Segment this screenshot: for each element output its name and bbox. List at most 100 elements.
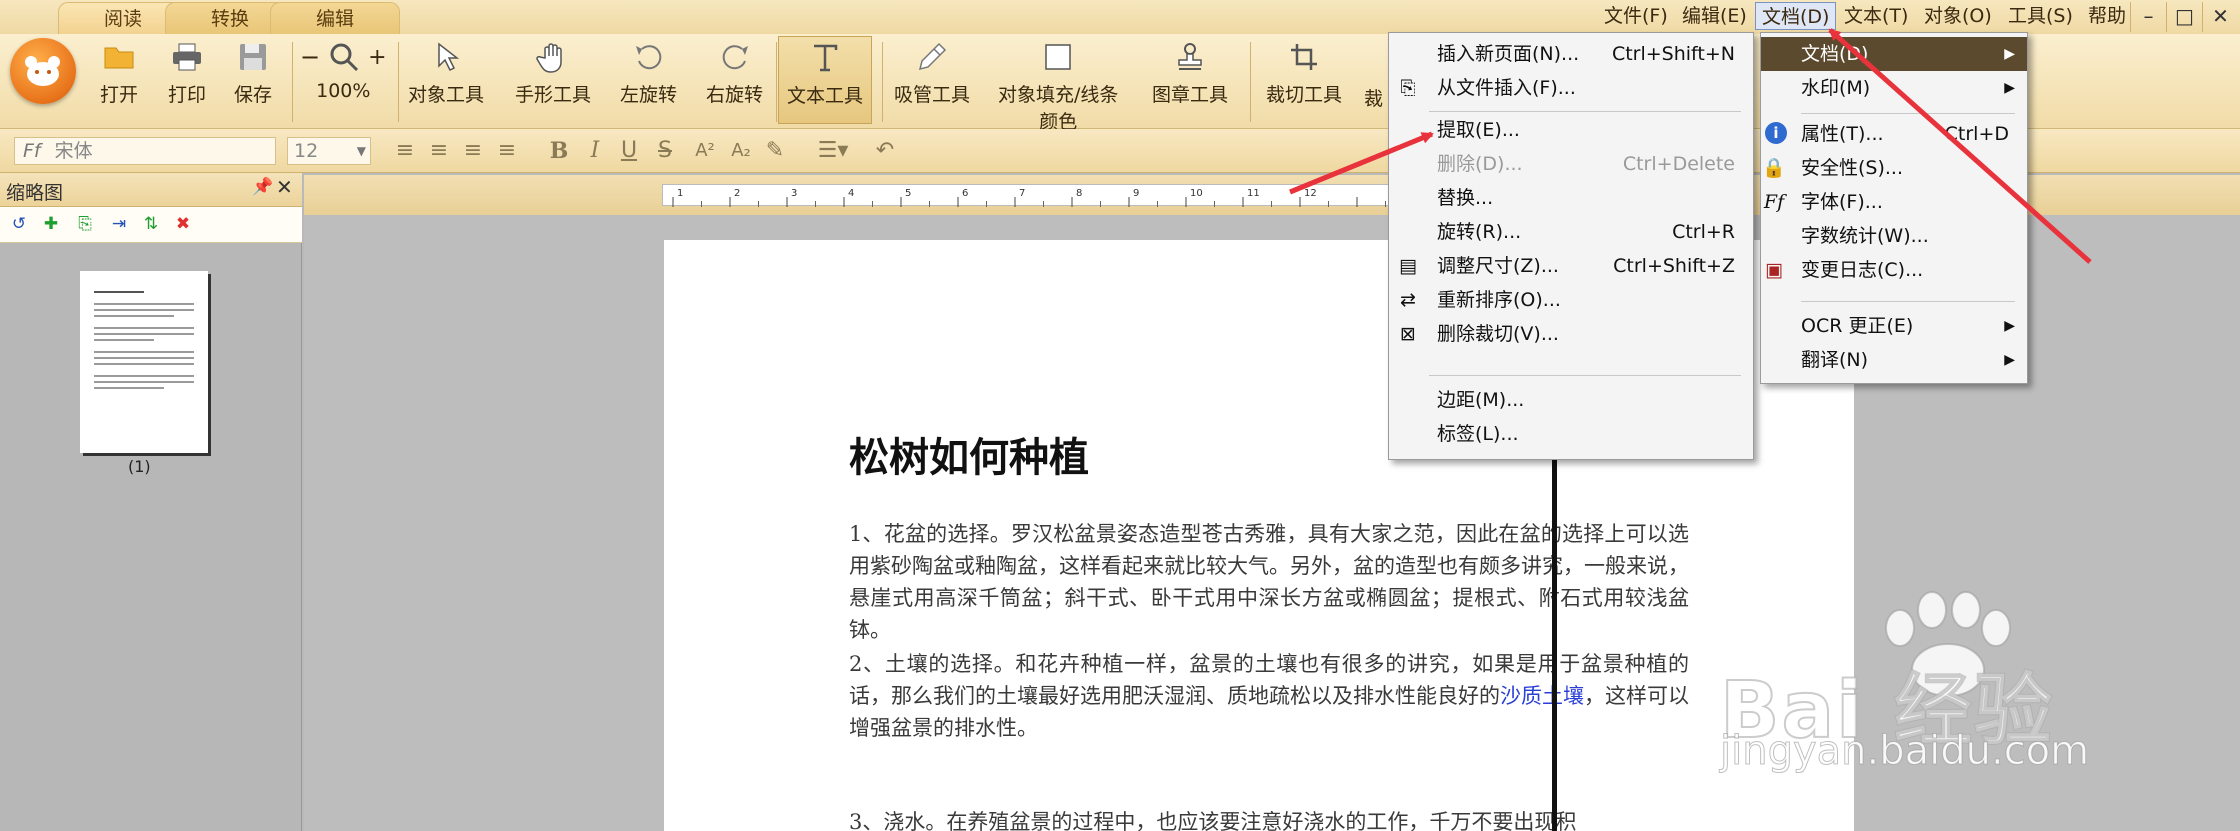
ruler-number: 5 xyxy=(905,188,911,199)
zoom-control[interactable]: − + 100% xyxy=(300,40,387,102)
menu-item-watermark[interactable]: 水印(M) ▶ xyxy=(1761,71,2027,105)
square-outline-icon xyxy=(1045,44,1071,70)
menu-item-rotate[interactable]: 旋转(R)... Ctrl+R xyxy=(1389,215,1753,249)
insert-file-icon: ⎘ xyxy=(1400,77,1416,99)
close-button[interactable]: ✕ xyxy=(2202,2,2238,32)
menu-item-margins[interactable]: 边距(M)... xyxy=(1389,383,1753,417)
crop-tool-button[interactable]: 裁切工具 xyxy=(1266,40,1342,107)
menu-help[interactable]: 帮助 xyxy=(2082,2,2132,30)
undo-icon[interactable]: ↶ xyxy=(872,138,898,164)
menu-item-extract[interactable]: 提取(E)... xyxy=(1389,113,1753,147)
align-justify-icon[interactable]: ≡ xyxy=(494,138,520,164)
align-left-icon[interactable]: ≡ xyxy=(392,138,418,164)
remove-crop-icon: ⊠ xyxy=(1400,323,1416,345)
menu-item-security[interactable]: 🔒 安全性(S)... xyxy=(1761,151,2027,185)
title-bar: 阅读 转换 编辑 文件(F) 编辑(E) 文档(D) 文本(T) 对象(O) 工… xyxy=(0,0,2240,34)
menu-document[interactable]: 文档(D) xyxy=(1755,2,1837,30)
rotate-right-button[interactable]: 右旋转 xyxy=(706,40,763,107)
menu-edit[interactable]: 编辑(E) xyxy=(1676,2,1753,30)
ruler-number: 8 xyxy=(1076,188,1082,199)
crop-icon xyxy=(1291,44,1317,70)
ruler-number: 12 xyxy=(1304,188,1317,199)
menu-tools[interactable]: 工具(S) xyxy=(2002,2,2079,30)
toolbar-separator xyxy=(1250,42,1251,122)
cursor-arrow-icon xyxy=(438,42,460,72)
replace-page-icon[interactable]: ⇅ xyxy=(140,213,162,235)
maximize-button[interactable]: □ xyxy=(2166,2,2202,32)
menu-item-ocr[interactable]: OCR 更正(E) ▶ xyxy=(1761,309,2027,343)
align-center-icon[interactable]: ≡ xyxy=(426,138,452,164)
document-menu: 文档(D) ▶ 水印(M) ▶ i 属性(T)... Ctrl+D 🔒 安全性(S).… xyxy=(1760,32,2028,384)
menu-item-word-count[interactable]: 字数统计(W)... xyxy=(1761,219,2027,253)
superscript-button[interactable]: A² xyxy=(692,138,718,164)
rotate-left-icon xyxy=(635,45,661,70)
highlighter-icon[interactable]: ✎ xyxy=(762,138,788,164)
ruler-number: 4 xyxy=(848,188,854,199)
hand-tool-button[interactable]: 手形工具 xyxy=(515,40,591,107)
document-title: 松树如何种植 xyxy=(849,434,1089,481)
chevron-right-icon: ▶ xyxy=(2004,46,2015,62)
open-button[interactable]: 打开 xyxy=(100,40,138,107)
rotate-left-button[interactable]: 左旋转 xyxy=(620,40,677,107)
eyedropper-icon xyxy=(918,42,947,71)
insert-page-icon[interactable]: ⎘ xyxy=(74,213,96,235)
soil-link[interactable]: 沙质土壤 xyxy=(1500,684,1584,708)
tab-edit[interactable]: 编辑 xyxy=(270,2,400,34)
rotate-page-icon[interactable]: ↺ xyxy=(8,213,30,235)
bold-button[interactable]: B xyxy=(546,138,572,164)
menu-item-translate[interactable]: 翻译(N) ▶ xyxy=(1761,343,2027,377)
menu-item-insert-new-page[interactable]: 插入新页面(N)... Ctrl+Shift+N xyxy=(1389,37,1753,71)
app-logo-icon[interactable] xyxy=(10,38,76,104)
zoom-level[interactable]: 100% xyxy=(300,80,387,102)
fill-stroke-color-button[interactable]: 对象填充/线条 颜色 xyxy=(998,40,1118,134)
underline-button[interactable]: U xyxy=(616,138,642,164)
menu-file[interactable]: 文件(F) xyxy=(1598,2,1674,30)
zoom-out-button[interactable]: − xyxy=(300,43,320,71)
text-t-icon xyxy=(814,44,838,72)
zoom-in-button[interactable]: + xyxy=(368,45,386,70)
menu-item-reorder[interactable]: ⇄ 重新排序(O)... xyxy=(1389,283,1753,317)
menu-item-document[interactable]: 文档(D) ▶ xyxy=(1761,37,2027,71)
menu-item-labels[interactable]: 标签(L)... xyxy=(1389,417,1753,451)
menu-item-change-log[interactable]: ▣ 变更日志(C)... xyxy=(1761,253,2027,287)
print-button[interactable]: 打印 xyxy=(168,40,206,107)
subscript-button[interactable]: A₂ xyxy=(728,138,754,164)
page-submenu: 插入新页面(N)... Ctrl+Shift+N ⎘ 从文件插入(F)... 提取… xyxy=(1388,32,1754,460)
add-page-icon[interactable]: ✚ xyxy=(40,213,62,235)
italic-button[interactable]: I xyxy=(582,138,608,164)
line-spacing-icon[interactable]: ☰▾ xyxy=(810,138,856,164)
eyedropper-tool-button[interactable]: 吸管工具 xyxy=(894,40,970,107)
stamp-tool-button[interactable]: 图章工具 xyxy=(1152,40,1228,107)
menu-item-delete[interactable]: 删除(D)... Ctrl+Delete xyxy=(1389,147,1753,181)
minimize-button[interactable]: – xyxy=(2130,2,2166,32)
menu-separator xyxy=(1801,301,2015,302)
menu-text[interactable]: 文本(T) xyxy=(1838,2,1914,30)
menu-item-replace[interactable]: 替换... xyxy=(1389,181,1753,215)
menu-item-insert-from-file[interactable]: ⎘ 从文件插入(F)... xyxy=(1389,71,1753,105)
baidu-watermark: Bai 经验 jingyan.baidu.com xyxy=(1719,588,2240,828)
ruler-number: 3 xyxy=(791,188,797,199)
menu-item-remove-crop[interactable]: ⊠ 删除裁切(V)... xyxy=(1389,317,1753,351)
menu-separator xyxy=(1429,375,1741,376)
menu-object[interactable]: 对象(O) xyxy=(1918,2,1998,30)
align-right-icon[interactable]: ≡ xyxy=(460,138,486,164)
text-tool-button[interactable]: 文本工具 xyxy=(778,36,873,124)
menu-item-properties[interactable]: i 属性(T)... Ctrl+D xyxy=(1761,117,2027,151)
extract-page-icon[interactable]: ⇥ xyxy=(108,213,130,235)
toolbar-separator xyxy=(398,42,399,122)
save-button[interactable]: 保存 xyxy=(234,40,272,107)
close-icon[interactable]: ✕ xyxy=(276,175,293,199)
strikethrough-button[interactable]: S xyxy=(652,138,678,164)
font-icon: Ff xyxy=(1763,191,1785,213)
page-thumbnail[interactable] xyxy=(80,271,208,453)
menu-item-resize[interactable]: ▤ 调整尺寸(Z)... Ctrl+Shift+Z xyxy=(1389,249,1753,283)
delete-page-icon[interactable]: ✖ xyxy=(172,213,194,235)
more-tool-button[interactable]: 裁 xyxy=(1364,78,1383,111)
font-family-select[interactable]: Ff 宋体 xyxy=(14,137,276,165)
menu-item-fonts[interactable]: Ff 字体(F)... xyxy=(1761,185,2027,219)
ruler-number: 11 xyxy=(1247,188,1260,199)
watermark-url: jingyan.baidu.com xyxy=(1719,728,2090,775)
object-tool-button[interactable]: 对象工具 xyxy=(408,40,484,107)
pin-icon[interactable]: 📌 xyxy=(252,177,273,197)
font-size-select[interactable]: 12 ▼ xyxy=(287,137,371,165)
